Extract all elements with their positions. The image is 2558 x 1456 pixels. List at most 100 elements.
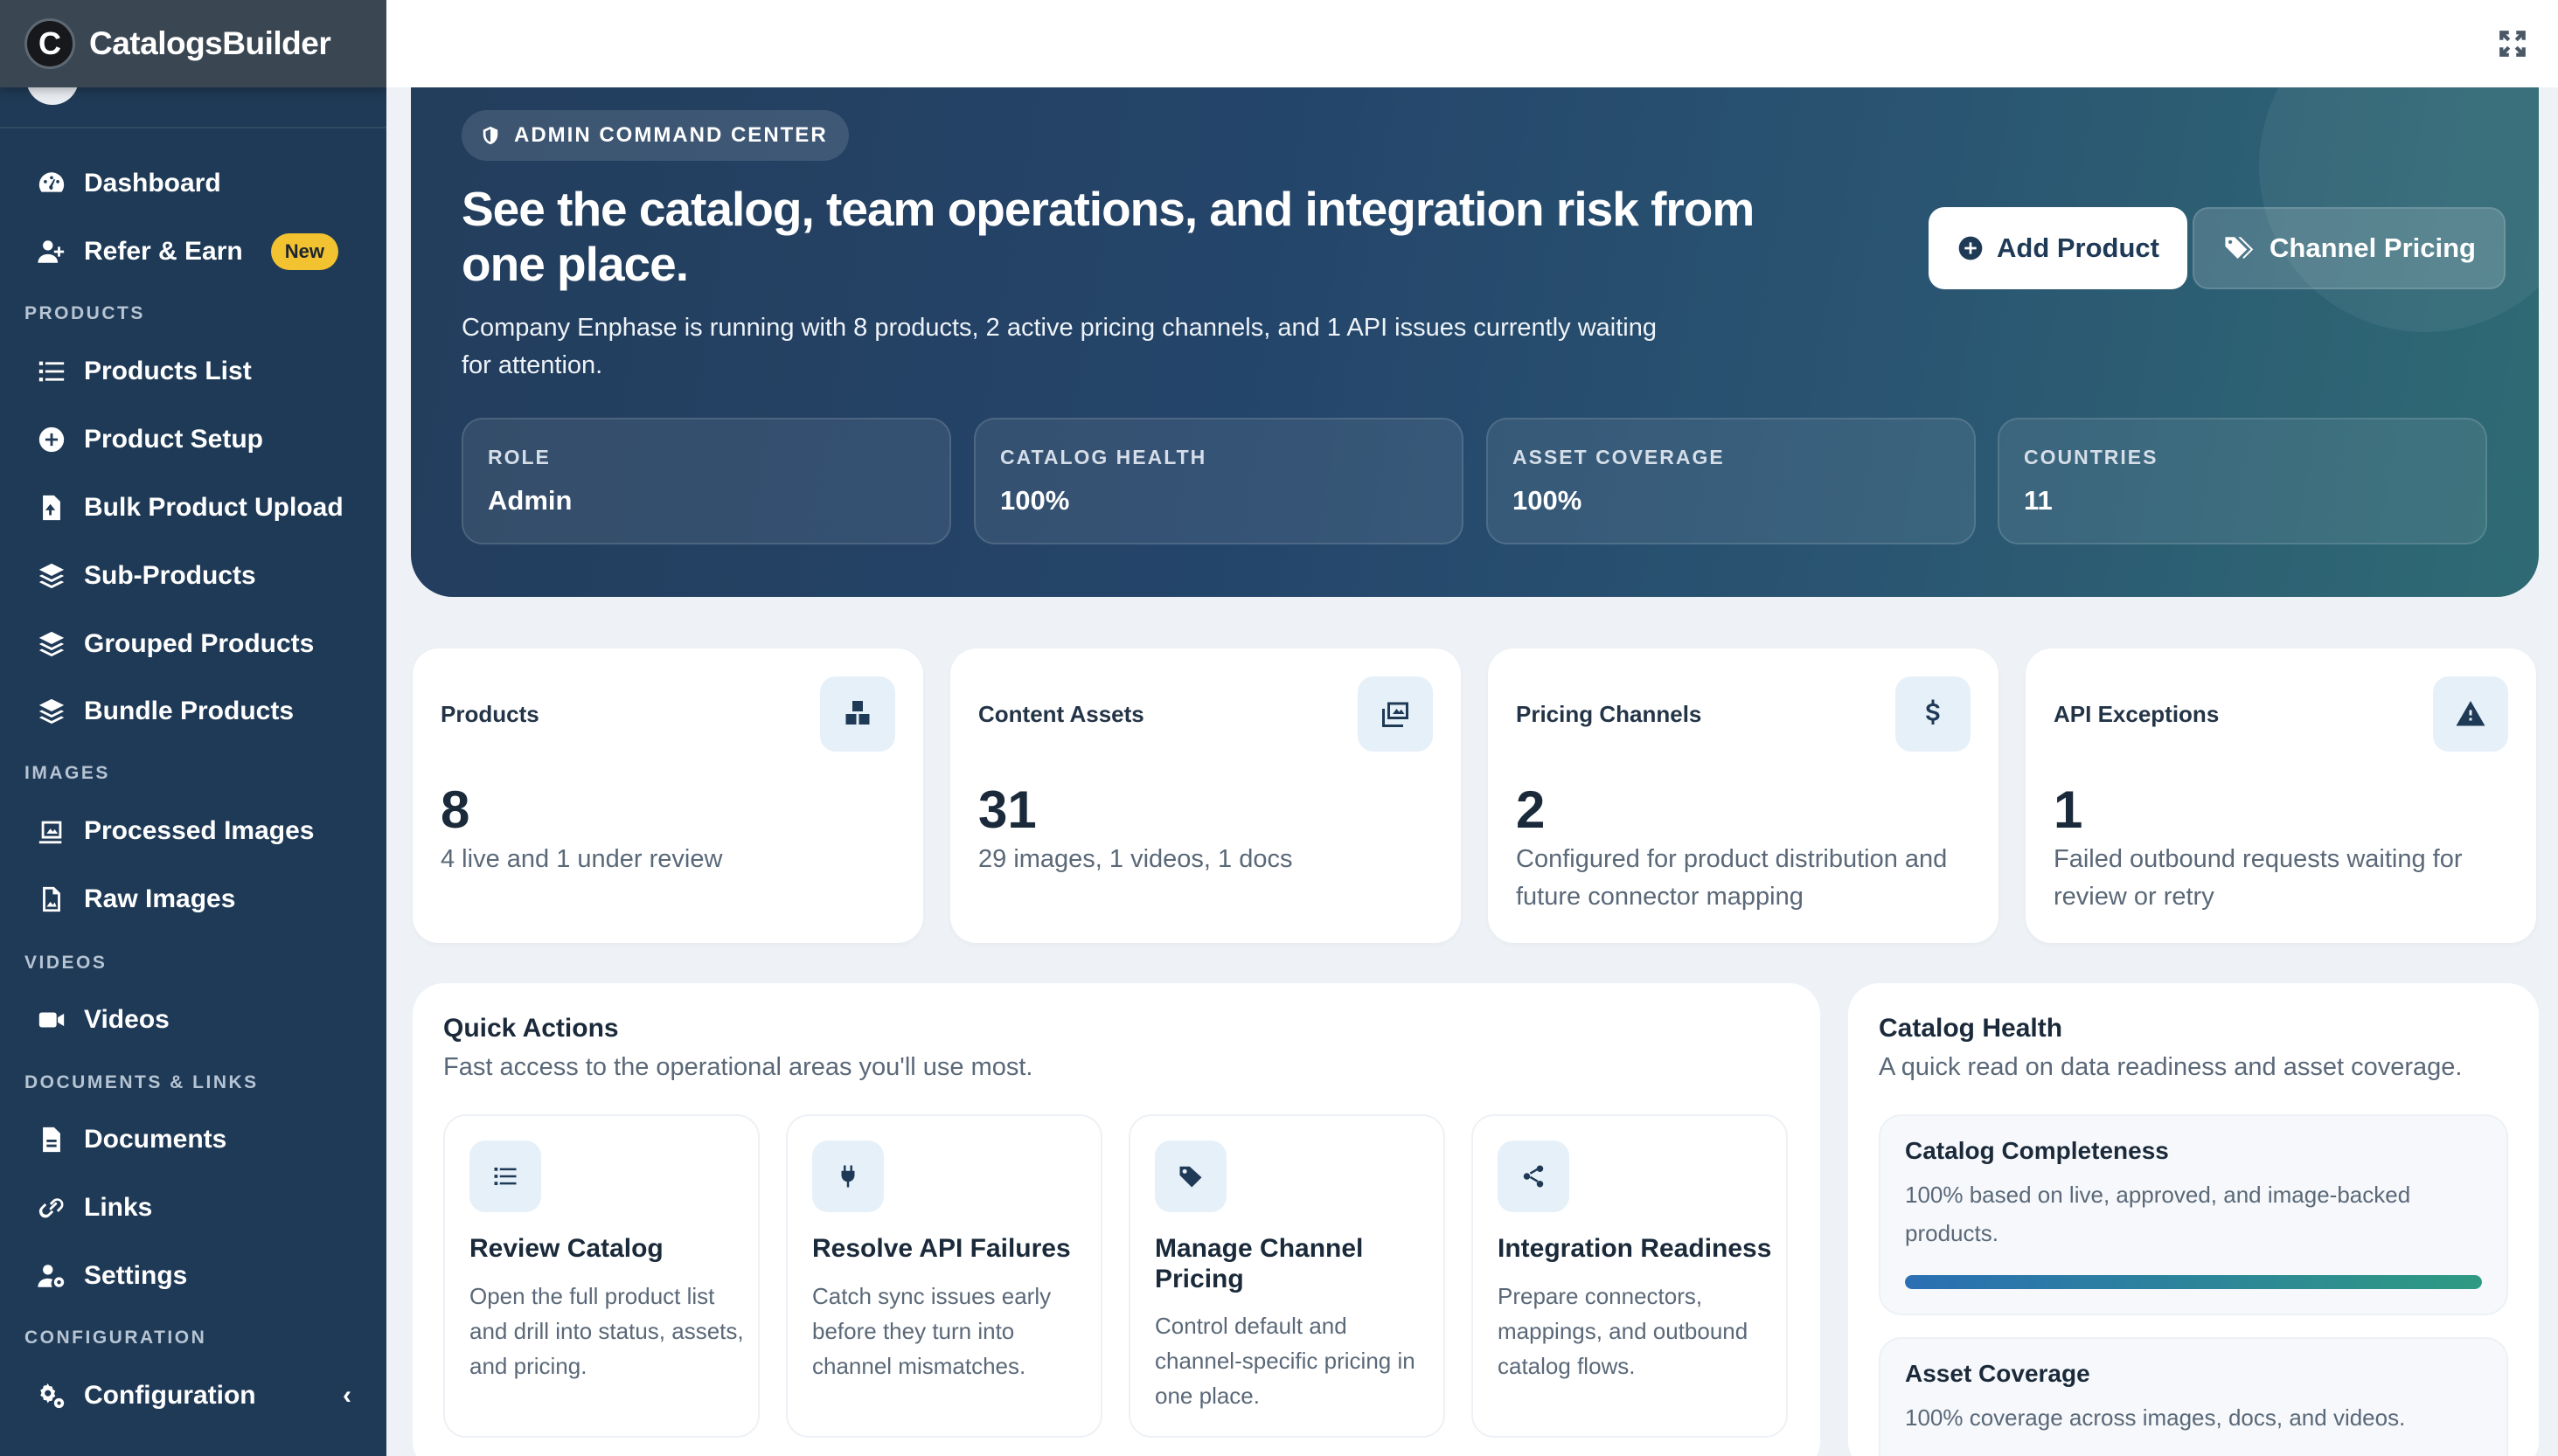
sidebar-item-products-list[interactable]: Products List: [0, 345, 386, 398]
section-label-documents: DOCUMENTS & LINKS: [24, 1072, 259, 1092]
user-plus-icon: [35, 235, 68, 268]
file-image-icon: [35, 883, 68, 916]
asset-coverage-desc: 100% coverage across images, docs, and v…: [1905, 1404, 2406, 1431]
new-badge: New: [270, 233, 338, 270]
kpi-card-content-assets[interactable]: Content Assets 31 29 images, 1 videos, 1…: [950, 648, 1461, 943]
gauge-icon: [35, 167, 68, 200]
sidebar-item-documents[interactable]: Documents: [0, 1113, 386, 1166]
kpi-card-api-exceptions[interactable]: API Exceptions 1 Failed outbound request…: [2026, 648, 2536, 943]
quick-action-resolve-api[interactable]: Resolve API Failures Catch sync issues e…: [786, 1114, 1102, 1438]
sidebar-item-links[interactable]: Links: [0, 1182, 386, 1234]
add-product-button[interactable]: Add Product: [1929, 207, 2187, 289]
sidebar-item-bundle-products[interactable]: Bundle Products: [0, 685, 386, 738]
sidebar-item-sub-products[interactable]: Sub-Products: [0, 550, 386, 602]
kpi-desc: Failed outbound requests waiting for rev…: [2054, 845, 2463, 911]
sidebar-item-label: Bundle Products: [84, 697, 295, 725]
quick-actions-panel: Quick Actions Fast access to the operati…: [413, 983, 1820, 1456]
channel-pricing-label: Channel Pricing: [2270, 232, 2476, 263]
sidebar-item-configuration[interactable]: Configuration ‹: [0, 1369, 386, 1422]
warning-icon: [2433, 676, 2508, 752]
sidebar-item-processed-images[interactable]: Processed Images: [0, 805, 386, 857]
stat-role: ROLE Admin: [462, 418, 951, 544]
expand-icon[interactable]: [2495, 26, 2530, 61]
photo-video-icon: [1358, 676, 1433, 752]
kpi-card-products[interactable]: Products 8 4 live and 1 under review: [413, 648, 923, 943]
stat-label: CATALOG HEALTH: [1000, 446, 1207, 468]
page-subtitle: Company Enphase is running with 8 produc…: [462, 314, 1657, 379]
completeness-progress-track: [1905, 1275, 2482, 1289]
kpi-title: API Exceptions: [2054, 701, 2220, 727]
kpi-value: 1: [2054, 780, 2083, 839]
quick-action-desc: Control default and channel-specific pri…: [1155, 1313, 1415, 1409]
shield-icon: [483, 126, 498, 145]
dollar-icon: [1895, 676, 1971, 752]
chevron-left-icon[interactable]: ‹: [343, 1381, 351, 1411]
completeness-desc: 100% based on live, approved, and image-…: [1905, 1182, 2411, 1246]
boxes-icon: [820, 676, 895, 752]
stat-label: COUNTRIES: [2024, 446, 2158, 468]
quick-action-title: Integration Readiness: [1498, 1234, 1772, 1263]
kpi-title: Content Assets: [978, 701, 1144, 727]
kpi-desc: 29 images, 1 videos, 1 docs: [978, 845, 1293, 873]
stat-label: ASSET COVERAGE: [1512, 446, 1725, 468]
sidebar-item-settings[interactable]: Settings: [0, 1250, 386, 1302]
plus-circle-icon: [35, 423, 68, 456]
catalog-health-title: Catalog Health: [1879, 1014, 2063, 1043]
stat-value: Admin: [488, 485, 573, 516]
layers-icon: [35, 627, 68, 661]
sidebar-item-dashboard[interactable]: Dashboard: [0, 157, 386, 210]
quick-action-channel-pricing[interactable]: Manage Channel Pricing Control default a…: [1129, 1114, 1445, 1438]
sidebar-item-label: Product Setup: [84, 425, 264, 454]
brand-logo: C: [24, 18, 75, 69]
images-icon: [35, 815, 68, 848]
sidebar-item-label: Documents: [84, 1125, 227, 1154]
admin-tag: ADMIN COMMAND CENTER: [462, 110, 849, 161]
sidebar-item-label: Bulk Product Upload: [84, 493, 344, 522]
section-label-images: IMAGES: [24, 763, 110, 783]
kpi-value: 8: [441, 780, 470, 839]
share-icon: [1498, 1141, 1569, 1212]
quick-action-desc: Open the full product list and drill int…: [469, 1283, 744, 1379]
sidebar-item-label: Processed Images: [84, 816, 315, 845]
quick-action-integration[interactable]: Integration Readiness Prepare connectors…: [1471, 1114, 1788, 1438]
brand-header[interactable]: C CatalogsBuilder: [0, 0, 386, 87]
sidebar-item-refer-earn[interactable]: Refer & Earn New: [0, 225, 386, 278]
sidebar-item-label: Links: [84, 1193, 153, 1222]
layers-icon: [35, 559, 68, 593]
hero-banner: ADMIN COMMAND CENTER See the catalog, te…: [411, 87, 2539, 597]
sidebar-item-label: Refer & Earn: [84, 237, 243, 266]
channel-pricing-button[interactable]: Channel Pricing: [2193, 207, 2506, 289]
tag-icon: [1155, 1141, 1227, 1212]
kpi-title: Products: [441, 701, 539, 727]
section-label-configuration: CONFIGURATION: [24, 1328, 207, 1348]
stat-value: 100%: [1000, 485, 1070, 516]
sidebar-item-label: Products List: [84, 357, 252, 385]
quick-action-review-catalog[interactable]: Review Catalog Open the full product lis…: [443, 1114, 760, 1438]
sidebar-item-label: Settings: [84, 1261, 188, 1290]
sidebar-item-label: Configuration: [84, 1381, 256, 1410]
sidebar-item-raw-images[interactable]: Raw Images: [0, 873, 386, 926]
user-cog-icon: [35, 1259, 68, 1293]
sidebar-item-bulk-upload[interactable]: Bulk Product Upload: [0, 482, 386, 534]
file-text-icon: [35, 1123, 68, 1156]
stat-countries: COUNTRIES 11: [1998, 418, 2487, 544]
section-label-products: PRODUCTS: [24, 303, 145, 323]
kpi-desc: Configured for product distribution and …: [1516, 845, 1948, 911]
stat-asset-coverage: ASSET COVERAGE 100%: [1486, 418, 1976, 544]
quick-actions-subtitle: Fast access to the operational areas you…: [443, 1053, 1033, 1081]
video-icon: [35, 1003, 68, 1037]
kpi-card-pricing-channels[interactable]: Pricing Channels 2 Configured for produc…: [1488, 648, 1998, 943]
quick-action-title: Resolve API Failures: [812, 1234, 1071, 1263]
catalog-completeness-card: Catalog Completeness 100% based on live,…: [1879, 1114, 2508, 1315]
sidebar-item-grouped-products[interactable]: Grouped Products: [0, 618, 386, 670]
sidebar-item-label: Dashboard: [84, 169, 221, 198]
quick-action-title: Manage Channel Pricing: [1155, 1234, 1364, 1293]
page-title: See the catalog, team operations, and in…: [462, 182, 1755, 291]
sidebar-item-product-setup[interactable]: Product Setup: [0, 413, 386, 466]
kpi-value: 2: [1516, 780, 1546, 839]
sidebar-item-videos[interactable]: Videos: [0, 994, 386, 1046]
catalog-health-subtitle: A quick read on data readiness and asset…: [1879, 1053, 2463, 1081]
file-upload-icon: [35, 491, 68, 524]
sidebar-item-label: Grouped Products: [84, 629, 315, 658]
section-label-videos: VIDEOS: [24, 953, 108, 973]
